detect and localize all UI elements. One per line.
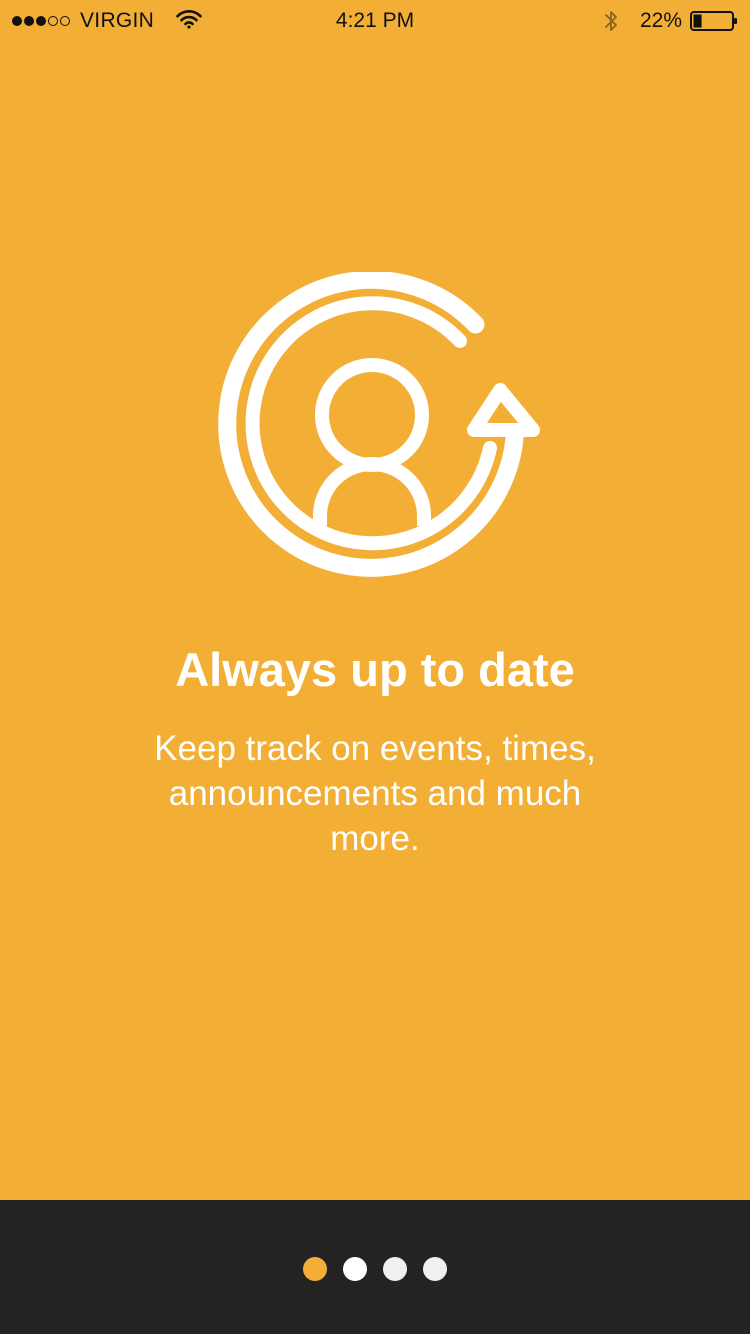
page-indicator [0,1257,750,1281]
status-time: 4:21 PM [335,9,415,32]
user-refresh-icon [218,272,540,577]
page-dot-1[interactable] [303,1257,327,1281]
onboarding-screen: VIRGIN 4:21 PM 22% Always up to date Kee… [0,0,750,1200]
onboarding-title: Always up to date [175,643,575,696]
battery-percentage: 22% [640,9,683,32]
page-dot-4[interactable] [423,1257,447,1281]
bluetooth-icon [605,11,617,31]
page-dot-3[interactable] [383,1257,407,1281]
battery-icon [690,11,737,31]
footer-bar [0,1200,750,1334]
status-bar: VIRGIN 4:21 PM 22% [0,0,750,40]
page-dot-2[interactable] [343,1257,367,1281]
onboarding-description: Keep track on events, times, announcemen… [154,729,596,858]
